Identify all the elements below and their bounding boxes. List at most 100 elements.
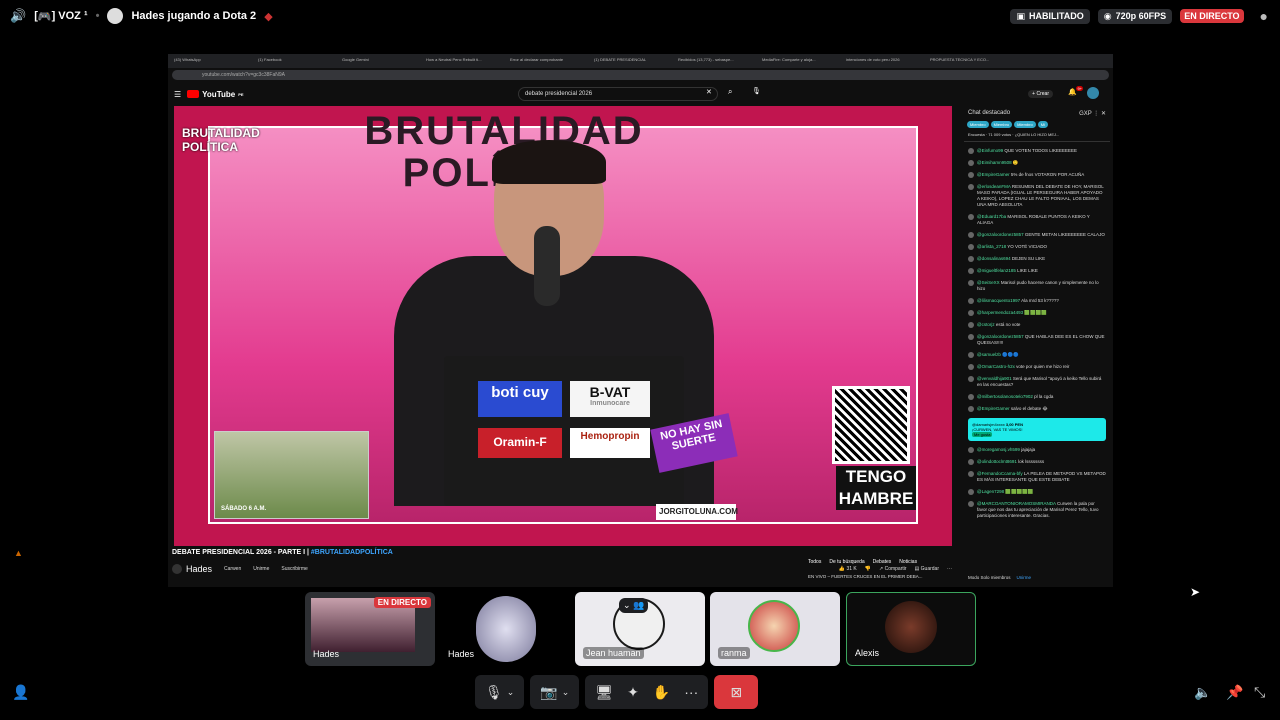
collapse-icon[interactable]: ⤡ <box>1254 684 1265 701</box>
chat-join-button[interactable]: Unirme <box>1017 575 1032 580</box>
chat-username[interactable]: @cstorjz <box>977 322 995 327</box>
search-input[interactable]: debate presidencial 2026 <box>518 87 718 101</box>
chat-username[interactable]: @OmarCastro-h2x <box>977 364 1015 369</box>
browser-tab[interactable]: How a Neutral Penc Rebuilt ti... <box>426 57 506 65</box>
mic-icon[interactable]: 🎙 <box>752 87 761 95</box>
youtube-logo[interactable]: YouTube PE <box>187 90 244 99</box>
pinned-poll[interactable]: Encuesta · 71 009 votos · ¿QUIEN LO HIZO… <box>964 128 1110 142</box>
channel-name[interactable]: Carwen <box>224 566 241 572</box>
screen-share-icon[interactable]: 🖥 <box>595 684 613 701</box>
mute-button[interactable]: 🎙 ⌄ <box>475 675 525 709</box>
like-button[interactable]: 👍 31 K <box>839 566 857 572</box>
chat-message[interactable]: @SeiSeXX Marisol pudo hacerse canon y si… <box>968 280 1106 292</box>
filter-chip[interactable]: Noticias <box>899 559 917 565</box>
chat-username[interactable]: @EmpireGamer <box>977 172 1010 177</box>
filter-chip[interactable]: De tu búsqueda <box>829 559 864 565</box>
superchat[interactable]: @damarisjm4xxxx 3,00 PEN ¡CURWEN, VAS TE … <box>968 418 1106 441</box>
screen-share-icon[interactable]: ⌄ 👥 <box>619 598 649 613</box>
chat-username[interactable]: @donsalinas694 <box>977 256 1011 261</box>
pin-icon[interactable]: 📌 <box>1226 684 1243 701</box>
chat-username[interactable]: @MARCOANTONIORAMOSMIRANDA <box>977 501 1056 506</box>
member-chip[interactable]: Mi <box>1037 121 1048 128</box>
browser-tab[interactable]: (43) WhatsApp <box>174 57 254 65</box>
chat-username[interactable]: @migueltfelan2185 <box>977 268 1016 273</box>
subscribe-button[interactable]: Suscribirme <box>281 566 307 572</box>
invite-icon[interactable]: 👤 <box>12 684 29 701</box>
chat-username[interactable]: @samuelzb <box>977 352 1001 357</box>
chat-message[interactable]: @EmpireGamer 5% de fnos VOTARON POR ACUÑ… <box>968 172 1106 178</box>
chat-message[interactable]: @moregamosj.vh599 jajajaja <box>968 447 1106 453</box>
browser-tab[interactable]: Google Gemini <box>342 57 422 65</box>
search-icon[interactable]: ⌕ <box>728 87 732 97</box>
chat-username[interactable]: @FernandoCcama-bfy <box>977 471 1023 476</box>
chat-message[interactable]: @lilismacquento1997 Ala mrd 53 k????? <box>968 298 1106 304</box>
clear-icon[interactable]: ✕ <box>706 88 712 96</box>
dislike-icon[interactable]: 👎 <box>865 566 871 572</box>
channel-avatar[interactable] <box>172 564 182 574</box>
chat-username[interactable]: @Eimihamn9508 <box>977 160 1012 165</box>
chat-message[interactable]: @milbertosolanosotelo7902 pl la cgda <box>968 394 1106 400</box>
chat-message[interactable]: @samuelzb 🔵🔵🔵 <box>968 352 1106 358</box>
chevron-down-icon[interactable]: ⌄ <box>507 687 515 698</box>
account-avatar[interactable] <box>1087 87 1099 99</box>
save-button[interactable]: ▤ Guardar <box>915 566 939 572</box>
chat-message[interactable]: @olindottoclmt8691 lok lssssssss <box>968 459 1106 465</box>
chat-username[interactable]: @Einfumo99 <box>977 148 1003 153</box>
chat-username[interactable]: @gonzaloordonez5857 <box>977 334 1024 339</box>
hashtag-link[interactable]: #BRUTALIDADPOLÍTICA <box>311 549 393 556</box>
browser-tab[interactable]: MediaFire: Comparte y aloja... <box>762 57 842 65</box>
browser-tab[interactable]: (1) DEBATE PRESIDENCIAL <box>594 57 674 65</box>
address-bar[interactable]: youtube.com/watch?v=gc3c38FaN9A <box>172 70 1109 80</box>
voice-channel-name[interactable]: [ 🎮 ] VOZ ¹ <box>34 10 87 23</box>
more-options-icon[interactable]: ··· <box>684 684 698 700</box>
chat-message[interactable]: @cstorjz está no vote <box>968 322 1106 328</box>
chat-message[interactable]: @gonzaloordonez5857 QUE HABLAS DEE ES EL… <box>968 334 1106 346</box>
chat-bubble-icon[interactable]: ● <box>1260 8 1268 24</box>
chat-message[interactable]: @MARCOANTONIORAMOSMIRANDA Curwen la pala… <box>968 501 1106 519</box>
chat-username[interactable]: @erlosdeanFMA <box>977 184 1011 189</box>
join-button[interactable]: Unirme <box>253 566 269 572</box>
chat-message[interactable]: @arlista_2718 YO VOTÉ VICIADO <box>968 244 1106 250</box>
browser-tab[interactable]: Error al declarar comprobante <box>510 57 590 65</box>
chat-username[interactable]: @gonzaloordonez5857 <box>977 232 1024 237</box>
chat-username[interactable]: @SeiSeXX <box>977 280 1000 285</box>
chat-username[interactable]: @Lagen7298 <box>977 489 1004 494</box>
disconnect-button[interactable]: ⊠ <box>714 675 759 709</box>
chat-username[interactable]: @olindottoclmt8691 <box>977 459 1017 464</box>
participant-tile[interactable]: ⌄ 👥 Jean huaman <box>575 592 705 666</box>
share-button[interactable]: ↗ Compartir <box>879 566 907 572</box>
chat-username[interactable]: @venvaldhija901 <box>977 376 1012 381</box>
superchat-like[interactable]: Me gusta <box>972 432 993 437</box>
participant-tile[interactable]: EN DIRECTO Hades <box>305 592 435 666</box>
chat-username[interactable]: @lilismacquento1997 <box>977 298 1020 303</box>
chat-username[interactable]: @Eduard17ba <box>977 214 1006 219</box>
chat-message[interactable]: @venvaldhija901 Será que Marisol "apoyó … <box>968 376 1106 388</box>
more-button[interactable]: ··· <box>947 566 952 572</box>
browser-tab[interactable]: (1) Facebook <box>258 57 338 65</box>
video-player[interactable]: BRUTALIDAD POLÍTICA boti cuy B-VAT Inmun… <box>174 106 952 546</box>
chat-username[interactable]: @harpermendoza4493 <box>977 310 1023 315</box>
filter-chip[interactable]: Debates <box>873 559 892 565</box>
activities-icon[interactable]: ✦ <box>627 684 639 701</box>
participant-tile[interactable]: Alexis <box>846 592 976 666</box>
chat-message[interactable]: @FernandoCcama-bfy LA PELEA DE METAPOD V… <box>968 471 1106 483</box>
chat-message[interactable]: @Lagen7298 🟩🟩🟩🟩🟩 <box>968 489 1106 495</box>
chat-message[interactable]: @harpermendoza4493 🟩🟩🟩🟩 <box>968 310 1106 316</box>
chat-username[interactable]: @moregamosj.vh599 <box>977 447 1020 452</box>
chat-message[interactable]: @Eduard17ba MARISOL ROBALE PUNTOS A KEIK… <box>968 214 1106 226</box>
volume-icon[interactable]: 🔈 <box>1194 684 1211 701</box>
chat-message[interactable]: @donsalinas694 DEJEN SU LIKE <box>968 256 1106 262</box>
member-chip[interactable]: Miembro <box>967 121 989 128</box>
browser-tab[interactable]: PROPUESTA TECNICA Y ECO... <box>930 57 1010 65</box>
chat-message[interactable]: @Eimihamn9508 🙂 <box>968 160 1106 166</box>
chat-title[interactable]: Chat destacado <box>968 110 1010 117</box>
chat-message[interactable]: @Einfumo99 QUE VOTEN TODOS LIKEEEEEEE <box>968 148 1106 154</box>
participant-tile[interactable]: ranma <box>710 592 840 666</box>
menu-icon[interactable]: ☰ <box>174 90 181 99</box>
participant-tile[interactable]: Hades <box>440 592 570 666</box>
speaker-icon[interactable]: 🔊 <box>10 8 26 24</box>
browser-tab[interactable]: intenciones de voto peru 2026 <box>846 57 926 65</box>
camera-button[interactable]: 📷 ⌄ <box>530 675 580 709</box>
filter-chip[interactable]: Todos <box>808 559 821 565</box>
chat-message[interactable]: @EmpireGamer salvo el debate 😂 <box>968 406 1106 412</box>
